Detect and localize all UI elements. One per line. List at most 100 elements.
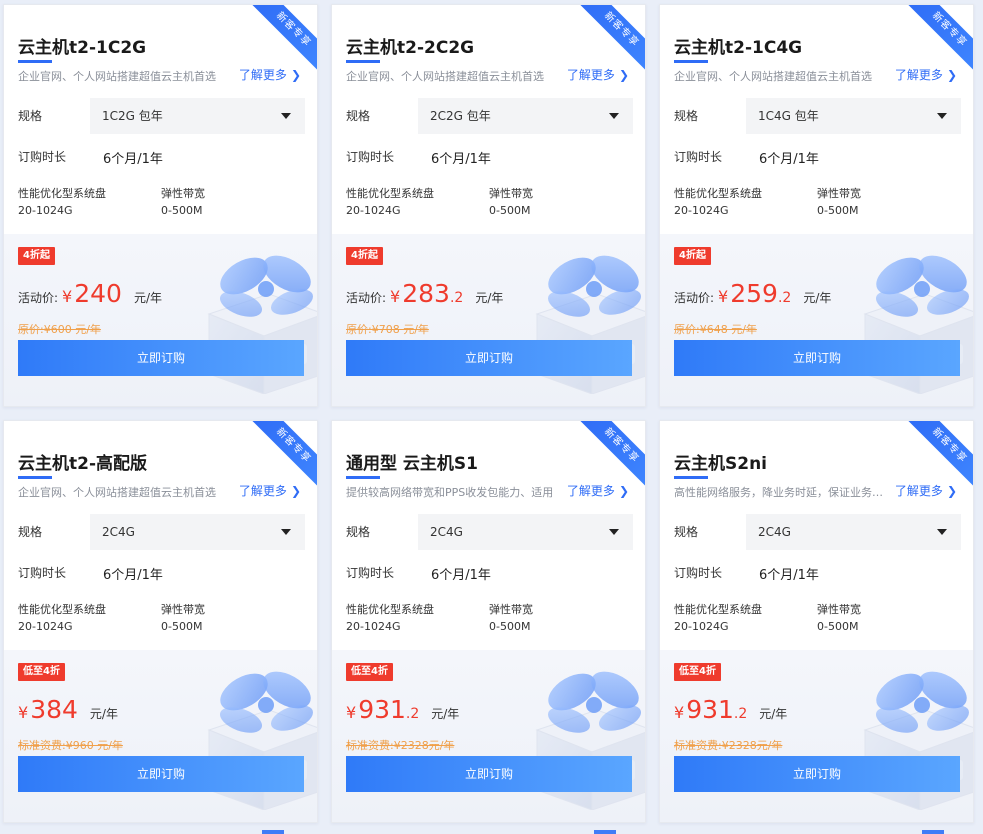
new-customer-ribbon: 新客专享 [577,421,645,490]
discount-badge: 4折起 [346,247,383,265]
buy-now-button[interactable]: 立即订购 [18,340,304,376]
spec-select[interactable]: 2C4G [746,514,961,550]
price-row: 活动价: ¥ 259 .2 元/年 [674,279,831,308]
currency-symbol: ¥ [674,703,685,722]
learn-more-link[interactable]: 了解更多 ❯ [567,482,629,499]
original-price: 原价:¥708 元/年 [346,323,429,336]
product-title: 云主机t2-2C2G [346,38,475,58]
caret-down-icon [281,529,291,535]
bandwidth-value: 0-500M [161,204,203,217]
discount-badge: 低至4折 [346,663,393,681]
price-label: 活动价: [346,291,387,305]
price-section: 低至4折 ¥ 931 .2 元/年 标准资费:¥2328元/年 立即订购 [332,650,645,822]
chevron-right-icon: ❯ [946,68,957,82]
learn-more-label: 了解更多 [566,68,615,82]
spec-label: 规格 [18,525,43,539]
learn-more-link[interactable]: 了解更多 ❯ [239,66,301,83]
price-label: 活动价: [674,291,715,305]
price-section: 4折起 活动价: ¥ 259 .2 元/年 原价:¥648 元/年 立即订购 [660,234,973,406]
price-integer: 931 [686,695,734,724]
chevron-right-icon: ❯ [290,484,301,498]
original-price: 标准资费:¥2328元/年 [346,739,455,752]
title-underline [346,476,380,479]
price-decimal: .2 [405,706,420,722]
product-title: 云主机t2-1C4G [674,38,803,58]
price-integer: 283 [402,279,450,308]
learn-more-label: 了解更多 [238,484,287,498]
price-label: 活动价: [18,291,59,305]
caret-down-icon [937,113,947,119]
learn-more-link[interactable]: 了解更多 ❯ [239,482,301,499]
buy-now-button[interactable]: 立即订购 [346,756,632,792]
caret-down-icon [937,529,947,535]
price-row: 活动价: ¥ 240 元/年 [18,279,162,308]
spec-select-value: 2C2G 包年 [430,109,491,123]
duration-value: 6个月/1年 [759,568,819,583]
next-row-ribbon-edge [262,830,284,834]
new-customer-ribbon: 新客专享 [249,5,317,74]
spec-select[interactable]: 2C4G [418,514,633,550]
price-section: 低至4折 ¥ 384 元/年 标准资费:¥960 元/年 立即订购 [4,650,317,822]
price-unit: 元/年 [475,291,504,305]
duration-label: 订购时长 [346,150,395,164]
price-integer: 240 [74,279,122,308]
price-row: 活动价: ¥ 283 .2 元/年 [346,279,503,308]
learn-more-link[interactable]: 了解更多 ❯ [567,66,629,83]
duration-value: 6个月/1年 [431,152,491,167]
product-card: 新客专享 云主机t2-高配版 企业官网、个人网站搭建超值云主机首选 了解更多 ❯ … [3,420,318,823]
learn-more-link[interactable]: 了解更多 ❯ [895,482,957,499]
buy-now-button[interactable]: 立即订购 [674,340,960,376]
duration-label: 订购时长 [674,566,723,580]
caret-down-icon [281,113,291,119]
buy-now-button[interactable]: 立即订购 [18,756,304,792]
disk-value: 20-1024G [346,620,401,633]
product-description: 企业官网、个人网站搭建超值云主机首选 [18,486,216,499]
disk-value: 20-1024G [18,204,73,217]
new-customer-ribbon: 新客专享 [905,5,973,74]
bandwidth-value: 0-500M [161,620,203,633]
price-unit: 元/年 [133,291,162,305]
disk-label: 性能优化型系统盘 [18,603,106,616]
original-price: 原价:¥648 元/年 [674,323,757,336]
spec-label: 规格 [674,525,699,539]
spec-select[interactable]: 2C2G 包年 [418,98,633,134]
product-card: 新客专享 云主机t2-1C2G 企业官网、个人网站搭建超值云主机首选 了解更多 ❯… [3,4,318,407]
duration-value: 6个月/1年 [103,152,163,167]
disk-label: 性能优化型系统盘 [346,187,434,200]
learn-more-label: 了解更多 [238,68,287,82]
currency-symbol: ¥ [718,287,729,306]
learn-more-link[interactable]: 了解更多 ❯ [895,66,957,83]
spec-select-value: 1C4G 包年 [758,109,819,123]
discount-badge: 低至4折 [674,663,721,681]
duration-label: 订购时长 [18,150,67,164]
disk-label: 性能优化型系统盘 [18,187,106,200]
bandwidth-value: 0-500M [817,620,859,633]
spec-select-value: 2C4G [758,525,791,539]
duration-value: 6个月/1年 [431,568,491,583]
spec-select[interactable]: 2C4G [90,514,305,550]
buy-now-button[interactable]: 立即订购 [346,340,632,376]
spec-label: 规格 [346,525,371,539]
buy-now-button[interactable]: 立即订购 [674,756,960,792]
bandwidth-label: 弹性带宽 [489,187,533,200]
product-title: 云主机t2-高配版 [18,454,148,474]
spec-select[interactable]: 1C4G 包年 [746,98,961,134]
duration-label: 订购时长 [18,566,67,580]
chevron-right-icon: ❯ [618,484,629,498]
duration-label: 订购时长 [674,150,723,164]
price-integer: 259 [730,279,778,308]
bandwidth-label: 弹性带宽 [817,603,861,616]
discount-badge: 4折起 [674,247,711,265]
spec-select-value: 1C2G 包年 [102,109,163,123]
price-unit: 元/年 [89,707,118,721]
title-underline [346,60,380,63]
title-underline [18,476,52,479]
spec-select[interactable]: 1C2G 包年 [90,98,305,134]
title-underline [674,476,708,479]
price-unit: 元/年 [759,707,788,721]
disk-value: 20-1024G [18,620,73,633]
next-row-ribbon-edge [594,830,616,834]
currency-symbol: ¥ [62,287,73,306]
price-section: 低至4折 ¥ 931 .2 元/年 标准资费:¥2328元/年 立即订购 [660,650,973,822]
discount-badge: 低至4折 [18,663,65,681]
